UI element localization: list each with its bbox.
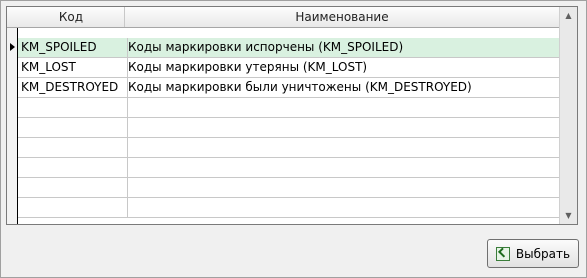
dialog-window: Код Наименование KM_SPOILED Коды маркиро… bbox=[0, 0, 587, 278]
empty-row bbox=[18, 178, 559, 198]
row-code[interactable]: KM_LOST bbox=[18, 58, 128, 77]
column-header-code[interactable]: Код bbox=[18, 7, 125, 27]
row-name[interactable]: Коды маркировки были уничтожены (KM_DEST… bbox=[125, 78, 559, 97]
empty-cell bbox=[18, 158, 128, 177]
grid-header: Код Наименование bbox=[7, 7, 577, 28]
empty-cell bbox=[125, 158, 559, 177]
empty-cell bbox=[18, 118, 128, 137]
empty-row bbox=[18, 138, 559, 158]
empty-cell bbox=[125, 138, 559, 157]
empty-cell bbox=[18, 138, 128, 157]
table-row[interactable]: KM_DESTROYED Коды маркировки были уничто… bbox=[18, 78, 559, 98]
empty-row bbox=[18, 98, 559, 118]
empty-cell bbox=[125, 118, 559, 137]
select-button-label: Выбрать bbox=[515, 246, 571, 261]
scroll-up-icon[interactable]: ▲ bbox=[560, 7, 577, 24]
empty-cell bbox=[18, 198, 128, 217]
row-name[interactable]: Коды маркировки испорчены (KM_SPOILED) bbox=[125, 38, 559, 57]
empty-row bbox=[18, 198, 559, 218]
column-header-name[interactable]: Наименование bbox=[125, 7, 560, 27]
table-row[interactable]: KM_LOST Коды маркировки утеряны (KM_LOST… bbox=[18, 58, 559, 78]
scroll-down-icon[interactable]: ▼ bbox=[560, 207, 577, 224]
select-check-icon bbox=[495, 246, 510, 261]
row-code[interactable]: KM_DESTROYED bbox=[18, 78, 128, 97]
select-button[interactable]: Выбрать bbox=[487, 239, 579, 268]
row-indicator-column bbox=[7, 28, 18, 224]
table-row[interactable]: KM_SPOILED Коды маркировки испорчены (KM… bbox=[10, 38, 559, 58]
codes-grid[interactable]: Код Наименование KM_SPOILED Коды маркиро… bbox=[6, 6, 578, 225]
row-code[interactable]: KM_SPOILED bbox=[18, 38, 128, 57]
empty-cell bbox=[125, 178, 559, 197]
empty-row bbox=[18, 158, 559, 178]
vertical-scrollbar[interactable]: ▲ ▼ bbox=[559, 7, 577, 224]
empty-row bbox=[18, 118, 559, 138]
empty-cell bbox=[125, 198, 559, 217]
empty-cell bbox=[18, 178, 128, 197]
row-name[interactable]: Коды маркировки утеряны (KM_LOST) bbox=[125, 58, 559, 77]
empty-cell bbox=[18, 98, 128, 117]
empty-cell bbox=[125, 98, 559, 117]
current-row-indicator-icon bbox=[10, 43, 15, 51]
